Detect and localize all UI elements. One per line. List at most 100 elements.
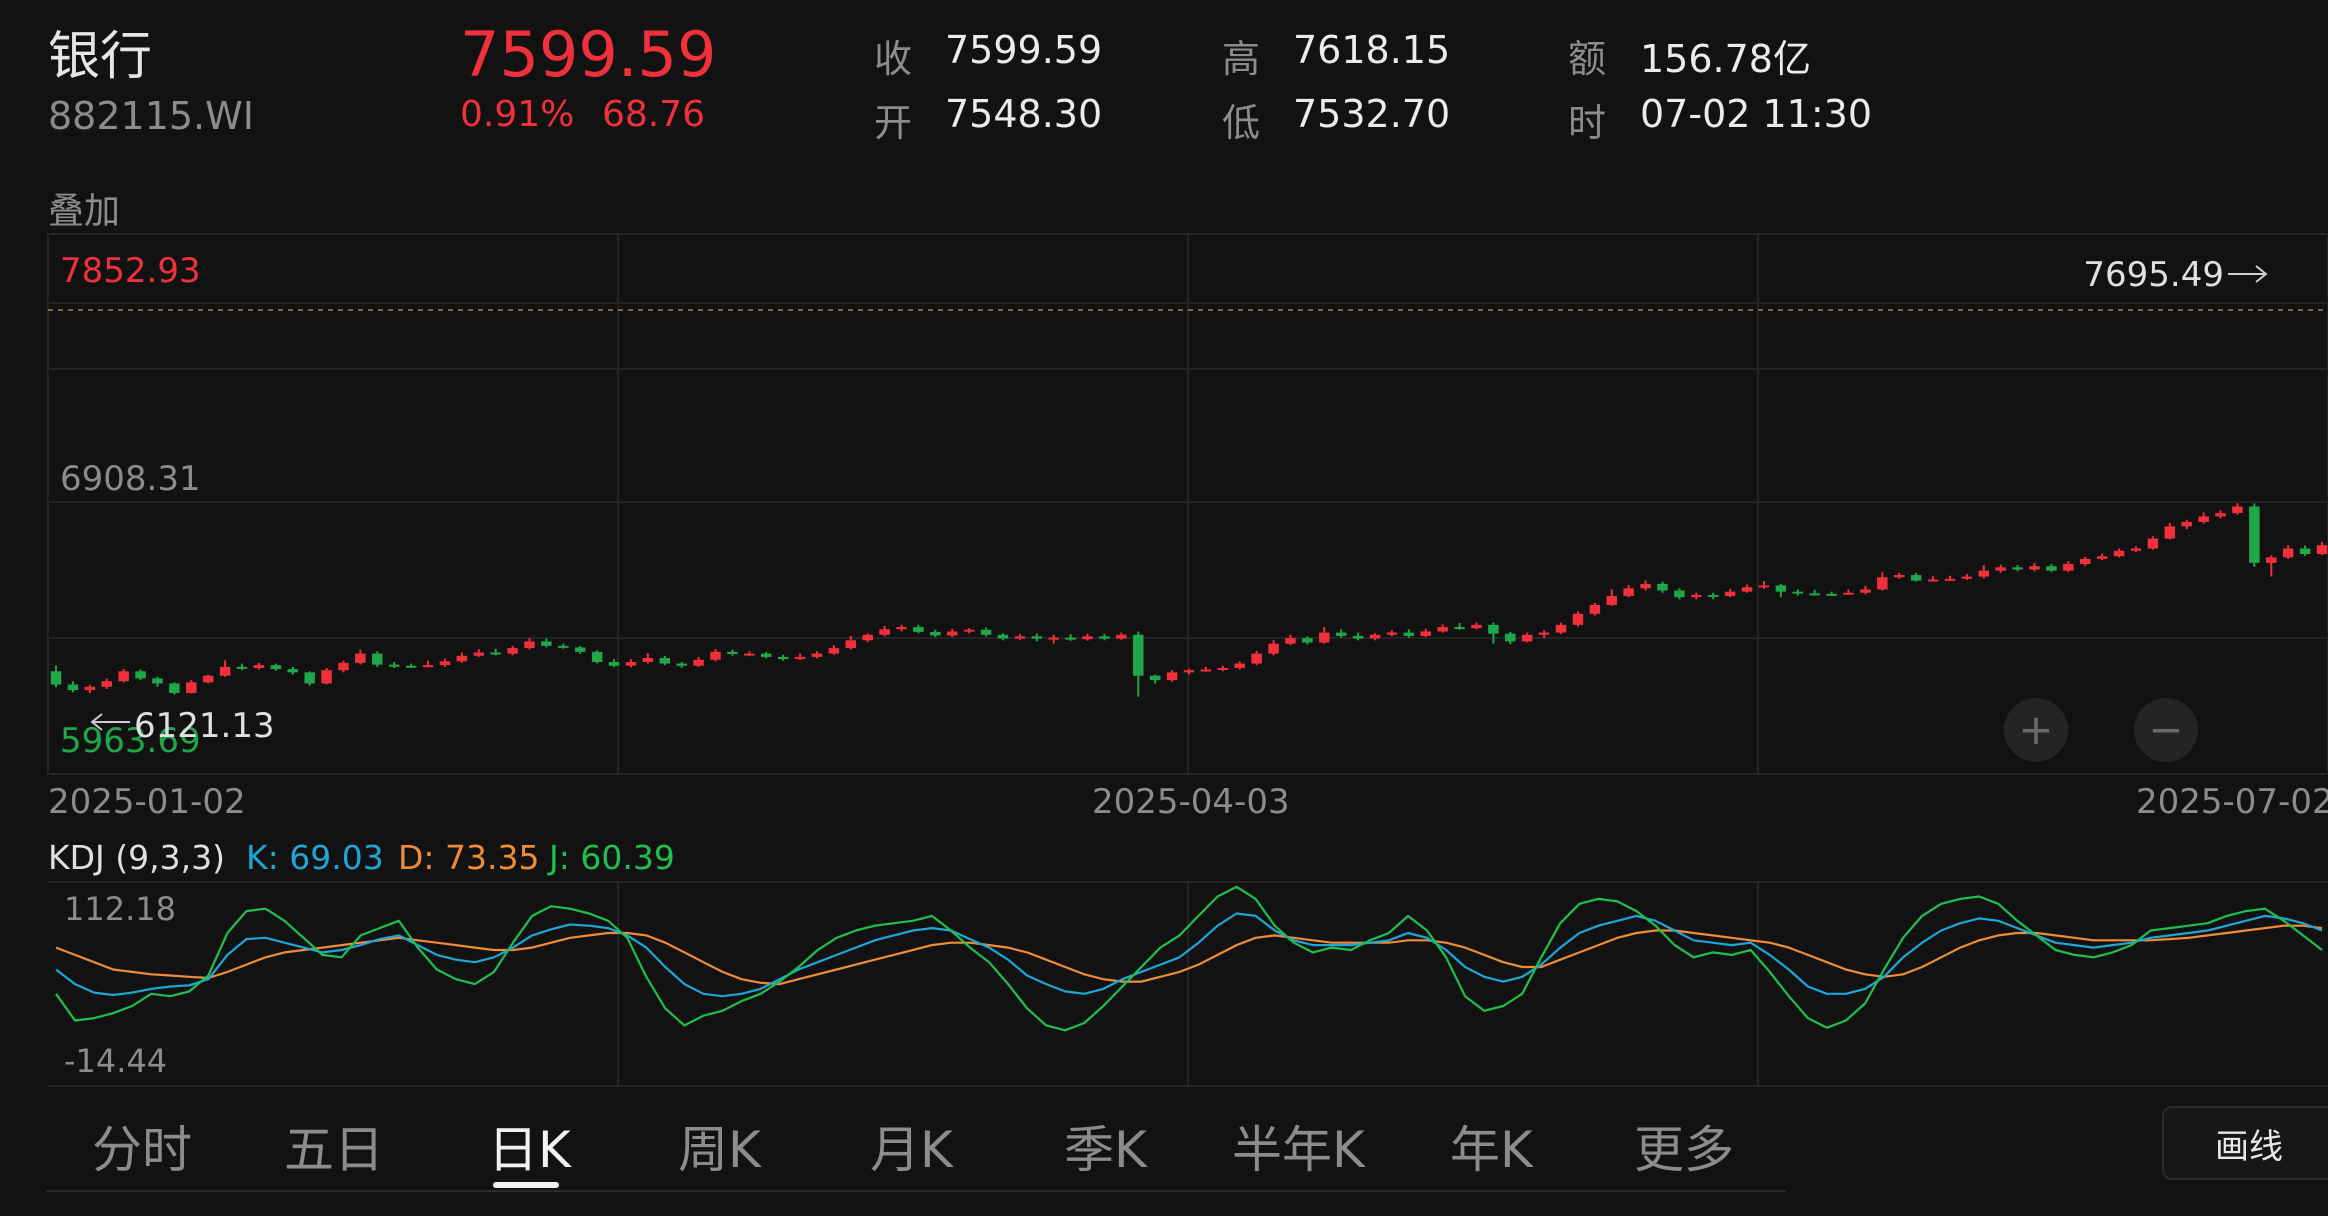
candle-body (1014, 636, 1026, 639)
candle-body (930, 631, 941, 636)
candle-body (135, 671, 146, 679)
candle (1471, 622, 1482, 630)
tab-yearly-k[interactable]: 年K (1450, 1110, 1533, 1182)
candle (1944, 575, 1956, 582)
candle (1217, 665, 1229, 672)
candle-body (1437, 627, 1448, 632)
candle-body (1268, 643, 1279, 654)
candle (1860, 586, 1871, 595)
tab-more[interactable]: 更多 (1634, 1110, 1734, 1182)
candle (169, 682, 180, 695)
tab-quarterly-k[interactable]: 季K (1064, 1110, 1147, 1182)
candle (152, 676, 163, 687)
kdj-chart[interactable]: 112.18 -14.44 (0, 880, 2328, 1090)
candle-body (473, 652, 485, 656)
candle-body (591, 651, 603, 662)
time-label: 时 (1568, 101, 1607, 145)
candle-body (2012, 567, 2023, 570)
candle-body (1133, 634, 1144, 676)
candlestick-chart[interactable]: 7852.93 6908.31 5963.69 7695.49 6121.13 … (0, 230, 2328, 830)
candle-body (845, 640, 857, 649)
tab-intraday[interactable]: 分时 (92, 1110, 192, 1182)
candle (2063, 561, 2074, 573)
tab-half-year-k[interactable]: 半年K (1232, 1110, 1365, 1182)
candle-body (1183, 670, 1195, 673)
candle-body (1048, 637, 1059, 640)
candle-body (760, 653, 772, 657)
candle (676, 661, 687, 668)
candle (2266, 555, 2277, 577)
candle-body (1521, 634, 1533, 642)
candle (2029, 562, 2040, 572)
candle-body (1826, 593, 1837, 596)
candle (727, 649, 738, 656)
candle (2164, 523, 2176, 540)
candle (1775, 583, 1787, 598)
candle (760, 651, 772, 659)
candle-body (152, 678, 163, 684)
candle (524, 638, 535, 650)
candle-body (186, 682, 197, 693)
candle (2282, 545, 2294, 559)
candle-body (1099, 636, 1110, 639)
candle-body (1860, 589, 1871, 593)
candle-body (1572, 613, 1584, 625)
candle-body (1149, 675, 1161, 681)
candle (811, 651, 823, 659)
candle (2130, 546, 2142, 553)
kdj-j-value: J: 60.39 (549, 838, 675, 877)
tab-daily-k[interactable]: 日K (488, 1110, 571, 1182)
candle (625, 659, 637, 668)
candle-body (405, 665, 417, 668)
candle (219, 660, 231, 677)
candle-body (67, 684, 79, 691)
candle (236, 663, 248, 671)
candle-body (1741, 587, 1753, 592)
low-label: 低 (1222, 101, 1261, 145)
candle-body (338, 662, 349, 671)
candle-body (794, 656, 806, 660)
tab-five-day[interactable]: 五日 (284, 1110, 384, 1182)
candle-body (372, 653, 383, 665)
y-axis-mid-label: 6908.31 (60, 459, 201, 499)
candle-body (2080, 558, 2091, 564)
candle (574, 645, 586, 655)
zoom-out-button[interactable]: − (2134, 698, 2198, 762)
chart-annotations (90, 265, 2268, 731)
candle-body (439, 661, 451, 666)
candle (338, 660, 349, 673)
zoom-in-button[interactable]: + (2004, 698, 2068, 762)
candle (2080, 556, 2091, 567)
candle-body (84, 686, 96, 691)
candle-body (980, 629, 992, 635)
candle-body (50, 671, 62, 685)
candle (1200, 666, 1212, 672)
candle (202, 674, 214, 684)
candle (1809, 589, 1820, 596)
candle (1285, 634, 1296, 646)
candle (794, 653, 806, 661)
candle (1386, 630, 1398, 637)
candle-body (879, 629, 890, 635)
tab-monthly-k[interactable]: 月K (870, 1110, 953, 1182)
candle (541, 638, 552, 648)
candle-body (2249, 506, 2260, 563)
candle (2249, 503, 2260, 567)
x-axis-label-start: 2025-01-02 (48, 782, 246, 822)
candle (1606, 589, 1618, 607)
candle-body (490, 652, 501, 655)
candle-body (456, 655, 468, 662)
candle (1792, 589, 1804, 596)
candle (1521, 632, 1533, 643)
tab-weekly-k[interactable]: 周K (678, 1110, 761, 1182)
draw-line-button[interactable]: 画线 (2162, 1106, 2328, 1180)
candle (1961, 573, 1973, 581)
candle-body (118, 671, 129, 682)
candle (101, 678, 112, 689)
kdj-grid (48, 881, 2328, 1087)
candle (1251, 650, 1262, 666)
kdj-label[interactable]: KDJ (9,3,3) (48, 838, 225, 877)
candle (1352, 632, 1364, 641)
overlay-button[interactable]: 叠加 (48, 182, 120, 234)
y-axis-max-label: 7852.93 (60, 251, 201, 291)
